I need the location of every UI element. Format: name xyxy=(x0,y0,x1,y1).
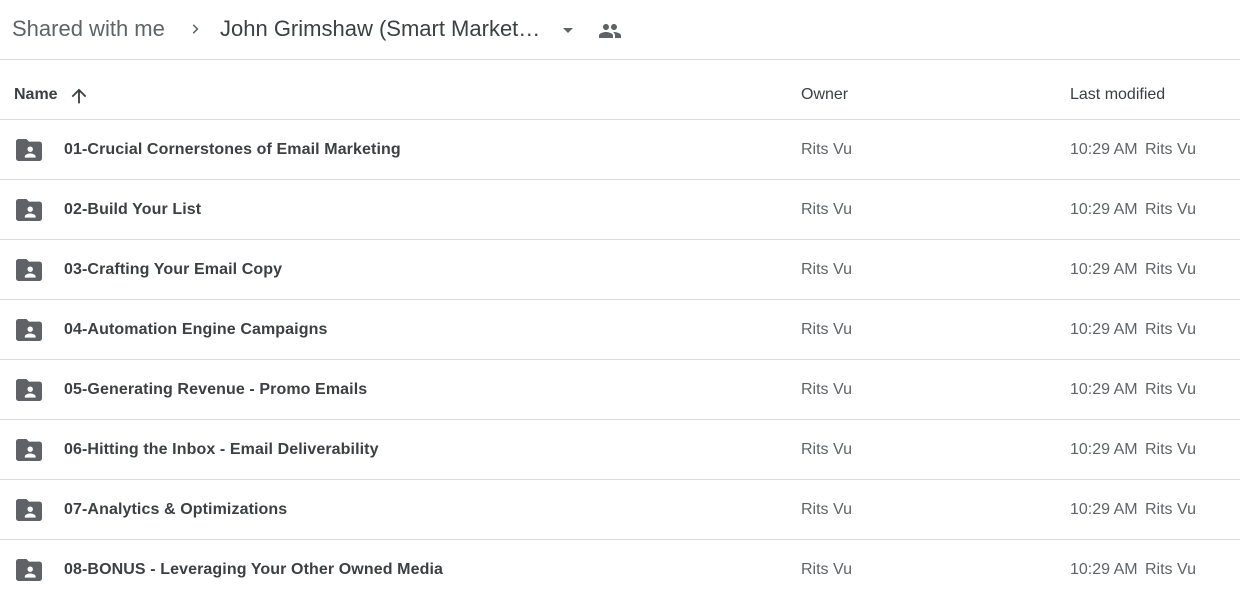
file-name[interactable]: 08-BONUS - Leveraging Your Other Owned M… xyxy=(64,561,443,579)
file-name[interactable]: 06-Hitting the Inbox - Email Deliverabil… xyxy=(64,441,379,459)
file-modified-by: Rits Vu xyxy=(1145,501,1196,518)
file-row[interactable]: 03-Crafting Your Email Copy Rits Vu 10:29 … xyxy=(0,240,1240,300)
file-modified-time: 10:29 AM xyxy=(1070,141,1138,158)
file-row[interactable]: 01-Crucial Cornerstones of Email Marketi… xyxy=(0,120,1240,180)
shared-folder-icon xyxy=(16,139,42,161)
chevron-right-icon xyxy=(186,19,206,39)
file-modified-by: Rits Vu xyxy=(1145,381,1196,398)
file-row[interactable]: 08-BONUS - Leveraging Your Other Owned M… xyxy=(0,540,1240,600)
people-icon[interactable] xyxy=(596,19,624,43)
file-owner: Rits Vu xyxy=(801,141,852,158)
breadcrumb: Shared with me John Grimshaw (Smart Mark… xyxy=(0,0,1240,60)
shared-folder-icon xyxy=(16,319,42,341)
breadcrumb-current-folder[interactable]: John Grimshaw (Smart Marketer) – Email M… xyxy=(220,15,548,43)
file-modified-by: Rits Vu xyxy=(1145,561,1196,578)
file-row[interactable]: 02-Build Your List Rits Vu 10:29 AM Rits Vu xyxy=(0,180,1240,240)
file-list-header: Name Owner Last modified xyxy=(0,60,1240,120)
shared-folder-icon xyxy=(16,559,42,581)
file-owner: Rits Vu xyxy=(801,501,852,518)
file-owner: Rits Vu xyxy=(801,381,852,398)
file-owner: Rits Vu xyxy=(801,321,852,338)
file-modified-time: 10:29 AM xyxy=(1070,441,1138,458)
file-row[interactable]: 04-Automation Engine Campaigns Rits Vu 10:… xyxy=(0,300,1240,360)
file-modified-time: 10:29 AM xyxy=(1070,201,1138,218)
file-modified-time: 10:29 AM xyxy=(1070,561,1138,578)
file-name[interactable]: 03-Crafting Your Email Copy xyxy=(64,261,282,279)
file-list: 01-Crucial Cornerstones of Email Marketi… xyxy=(0,120,1240,600)
file-modified-by: Rits Vu xyxy=(1145,261,1196,278)
shared-folder-icon xyxy=(16,259,42,281)
file-modified-time: 10:29 AM xyxy=(1070,501,1138,518)
file-owner: Rits Vu xyxy=(801,201,852,218)
arrow-drop-down-icon[interactable] xyxy=(556,18,580,42)
breadcrumb-root-shared-with-me[interactable]: Shared with me xyxy=(12,15,165,43)
shared-folder-icon xyxy=(16,379,42,401)
file-name[interactable]: 01-Crucial Cornerstones of Email Marketi… xyxy=(64,141,401,159)
file-name[interactable]: 07-Analytics & Optimizations xyxy=(64,501,287,519)
column-header-owner[interactable]: Owner xyxy=(801,86,848,104)
file-modified-by: Rits Vu xyxy=(1145,201,1196,218)
shared-folder-icon xyxy=(16,199,42,221)
file-name[interactable]: 05-Generating Revenue - Promo Emails xyxy=(64,381,367,399)
file-owner: Rits Vu xyxy=(801,261,852,278)
file-row[interactable]: 07-Analytics & Optimizations Rits Vu 10:29… xyxy=(0,480,1240,540)
file-modified-by: Rits Vu xyxy=(1145,321,1196,338)
file-modified-time: 10:29 AM xyxy=(1070,321,1138,338)
file-name[interactable]: 02-Build Your List xyxy=(64,201,201,219)
file-row[interactable]: 05-Generating Revenue - Promo Emails Rits… xyxy=(0,360,1240,420)
file-modified-by: Rits Vu xyxy=(1145,141,1196,158)
column-header-name[interactable]: Name xyxy=(14,86,58,104)
file-owner: Rits Vu xyxy=(801,561,852,578)
file-name[interactable]: 04-Automation Engine Campaigns xyxy=(64,321,327,339)
file-row[interactable]: 06-Hitting the Inbox - Email Deliverabil… xyxy=(0,420,1240,480)
shared-folder-icon xyxy=(16,499,42,521)
column-header-last-modified[interactable]: Last modified xyxy=(1070,86,1165,104)
file-modified-time: 10:29 AM xyxy=(1070,261,1138,278)
file-modified-time: 10:29 AM xyxy=(1070,381,1138,398)
shared-folder-icon xyxy=(16,439,42,461)
file-modified-by: Rits Vu xyxy=(1145,441,1196,458)
sort-arrow-up-icon[interactable] xyxy=(68,85,90,107)
file-owner: Rits Vu xyxy=(801,441,852,458)
